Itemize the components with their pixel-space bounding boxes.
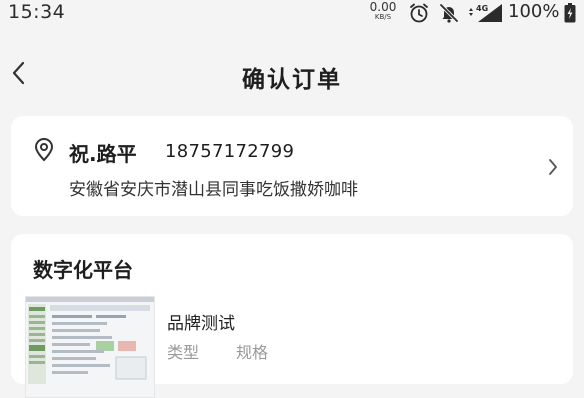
product-spec-label: 规格 [236, 343, 269, 362]
product-type-label: 类型 [167, 343, 200, 362]
network-speed: 0.00 KB/S [366, 1, 400, 21]
network-speed-value: 0.00 [369, 0, 397, 14]
address-detail: 安徽省安庆市潜山县同事吃饭撒娇咖啡 [69, 180, 358, 200]
address-card[interactable]: 祝.路平 18757172799 安徽省安庆市潜山县同事吃饭撒娇咖啡 [11, 116, 573, 216]
shop-card: 数字化平台 品牌测试 类型 规格 [11, 234, 573, 398]
network-speed-unit: KB/S [374, 13, 392, 21]
recipient-name: 祝.路平 [69, 142, 137, 166]
status-bar: 15:34 0.00 KB/S 4G 100% [0, 0, 584, 26]
battery-percent: 100% [508, 1, 560, 22]
alarm-icon [408, 2, 430, 28]
battery-icon [564, 3, 576, 27]
product-image[interactable] [25, 296, 155, 398]
signal-icon: 4G [466, 2, 506, 28]
location-pin-icon [33, 138, 55, 166]
shop-name: 数字化平台 [33, 258, 133, 282]
chevron-right-icon[interactable] [547, 158, 559, 180]
mute-icon [438, 2, 460, 28]
network-type-label: 4G [476, 4, 488, 13]
recipient-phone: 18757172799 [165, 141, 295, 162]
product-name: 品牌测试 [167, 314, 235, 334]
page-title: 确认订单 [242, 67, 342, 93]
nav-bar: 确认订单 [0, 26, 584, 116]
status-time: 15:34 [8, 1, 66, 23]
